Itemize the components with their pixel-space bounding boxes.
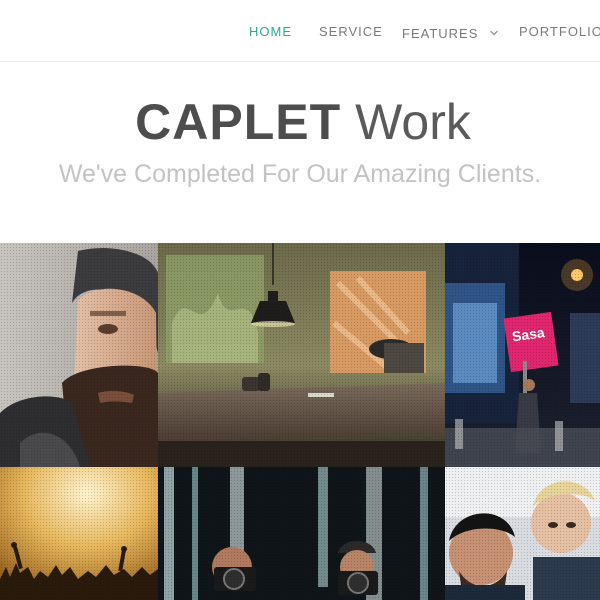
page-title-bold: CAPLET [135, 94, 342, 150]
chevron-down-icon [490, 24, 499, 39]
portfolio-item-night-street[interactable]: Sasa [445, 243, 600, 467]
nav-item-portfolio[interactable]: PORTFOLIO [519, 24, 600, 39]
page-subtitle: We've Completed For Our Amazing Clients. [58, 160, 542, 188]
portfolio-item-concert-crowd[interactable] [0, 467, 158, 600]
night-street-photo: Sasa [445, 243, 600, 467]
page-title: CAPLET Work [0, 94, 600, 150]
nav-item-service[interactable]: SERVICE [319, 24, 383, 39]
page-title-light: Work [355, 94, 471, 150]
concert-crowd-photo [0, 467, 158, 600]
portfolio-item-room-table[interactable] [158, 243, 445, 467]
photographers-photo [158, 467, 445, 600]
nav-item-features[interactable]: FEATURES [402, 24, 499, 41]
top-navigation: HOME SERVICE FEATURES PORTFOLIO [0, 0, 600, 62]
portfolio-item-photographers[interactable] [158, 467, 445, 600]
nav-item-features-label: FEATURES [402, 26, 479, 41]
bearded-man-photo [0, 243, 158, 467]
portfolio-grid: Sasa [0, 243, 600, 600]
portfolio-item-two-guys[interactable] [445, 467, 600, 600]
nav-item-home[interactable]: HOME [249, 24, 292, 39]
room-table-photo [158, 243, 445, 467]
two-guys-photo [445, 467, 600, 600]
portfolio-item-bearded-man[interactable] [0, 243, 158, 467]
